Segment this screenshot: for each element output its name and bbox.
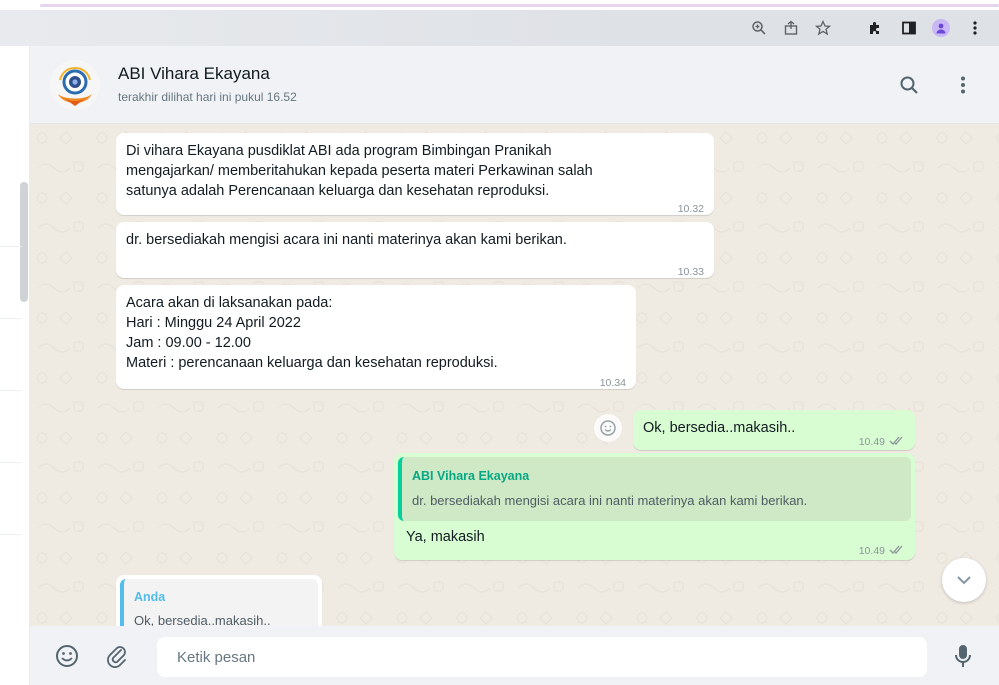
message-line: Materi : perencanaan keluarga dan keseha… bbox=[126, 355, 498, 371]
divider bbox=[0, 534, 22, 535]
chat-header[interactable]: ABI Vihara Ekayana terakhir dilihat hari… bbox=[30, 46, 999, 124]
browser-toolbar bbox=[0, 10, 999, 46]
message-time: 10.49 bbox=[858, 545, 885, 557]
more-options-icon[interactable] bbox=[946, 68, 980, 102]
tab-strip-line bbox=[40, 4, 999, 7]
double-check-icon bbox=[889, 432, 905, 452]
attach-icon[interactable] bbox=[102, 641, 132, 671]
emoji-icon[interactable] bbox=[52, 641, 82, 671]
star-icon[interactable] bbox=[814, 19, 832, 37]
message-text: Acara akan di laksanakan pada: Hari : Mi… bbox=[126, 293, 498, 373]
message-bubble-outgoing[interactable]: ABI Vihara Ekayana dr. bersediakah mengi… bbox=[394, 453, 915, 560]
message-bubble-incoming[interactable]: Acara akan di laksanakan pada: Hari : Mi… bbox=[116, 285, 636, 389]
quoted-message[interactable]: ABI Vihara Ekayana dr. bersediakah mengi… bbox=[398, 457, 911, 521]
message-text: Di vihara Ekayana pusdiklat ABI ada prog… bbox=[126, 141, 593, 201]
quoted-text: dr. bersediakah mengisi acara ini nanti … bbox=[412, 493, 808, 508]
divider bbox=[0, 246, 22, 247]
message-time: 10.49 bbox=[858, 436, 885, 448]
address-bar-area bbox=[0, 10, 640, 46]
message-line: Di vihara Ekayana pusdiklat ABI ada prog… bbox=[126, 143, 552, 159]
profile-icon[interactable] bbox=[932, 19, 950, 37]
message-line: Jam : 09.00 - 12.00 bbox=[126, 335, 251, 351]
divider bbox=[0, 462, 22, 463]
last-seen-status: terakhir dilihat hari ini pukul 16.52 bbox=[118, 90, 297, 104]
contact-avatar[interactable] bbox=[50, 60, 100, 110]
message-time: 10.33 bbox=[677, 266, 704, 278]
sidepanel-icon[interactable] bbox=[900, 19, 918, 37]
zoom-icon[interactable] bbox=[750, 19, 768, 37]
reaction-icon[interactable] bbox=[594, 414, 622, 442]
quoted-message[interactable]: Anda Ok, bersedia..makasih.. bbox=[120, 579, 318, 626]
message-text: Ya, makasih bbox=[406, 527, 485, 547]
message-time: 10.32 bbox=[677, 203, 704, 215]
message-bubble-incoming[interactable]: dr. bersediakah mengisi acara ini nanti … bbox=[116, 222, 714, 278]
sidebar-scrollbar[interactable] bbox=[20, 182, 28, 302]
message-text: Ok, bersedia..makasih.. bbox=[643, 418, 795, 438]
menu-dots-icon[interactable] bbox=[966, 19, 984, 37]
message-line: Ok, bersedia..makasih.. bbox=[643, 420, 796, 436]
message-time: 10.34 bbox=[599, 377, 626, 389]
message-line: Hari : Minggu 24 April 2022 bbox=[126, 315, 301, 331]
profile-avatar bbox=[932, 19, 950, 37]
message-bubble-outgoing[interactable]: Ok, bersedia..makasih.. 10.49 bbox=[633, 410, 915, 450]
message-line: dr. bersediakah mengisi acara ini nanti … bbox=[126, 232, 567, 248]
message-bubble-incoming[interactable]: Di vihara Ekayana pusdiklat ABI ada prog… bbox=[116, 133, 714, 215]
microphone-icon[interactable] bbox=[948, 641, 978, 671]
divider bbox=[0, 318, 22, 319]
browser-top-accent bbox=[0, 0, 999, 8]
message-line: mengajarkan/ memberitahukan kepada peser… bbox=[126, 163, 593, 179]
share-icon[interactable] bbox=[782, 19, 800, 37]
quoted-author: Anda bbox=[134, 590, 166, 604]
chat-list-sidebar-edge bbox=[0, 46, 30, 685]
message-line: satunya adalah Perencanaan keluarga dan … bbox=[126, 183, 550, 199]
contact-name[interactable]: ABI Vihara Ekayana bbox=[118, 64, 270, 84]
search-icon[interactable] bbox=[892, 68, 926, 102]
message-input[interactable] bbox=[157, 637, 927, 677]
quoted-author: ABI Vihara Ekayana bbox=[412, 469, 530, 483]
extensions-icon[interactable] bbox=[866, 19, 884, 37]
double-check-icon bbox=[889, 541, 905, 561]
message-line: Ya, makasih bbox=[406, 529, 485, 545]
message-line: Acara akan di laksanakan pada: bbox=[126, 295, 333, 311]
message-bubble-incoming[interactable]: Anda Ok, bersedia..makasih.. bbox=[116, 575, 322, 626]
quoted-text: Ok, bersedia..makasih.. bbox=[134, 613, 271, 626]
scroll-down-chevron-icon[interactable] bbox=[942, 558, 986, 602]
divider bbox=[0, 390, 22, 391]
message-list[interactable]: Di vihara Ekayana pusdiklat ABI ada prog… bbox=[30, 124, 999, 626]
message-composer bbox=[30, 626, 999, 685]
message-text: dr. bersediakah mengisi acara ini nanti … bbox=[126, 230, 567, 250]
